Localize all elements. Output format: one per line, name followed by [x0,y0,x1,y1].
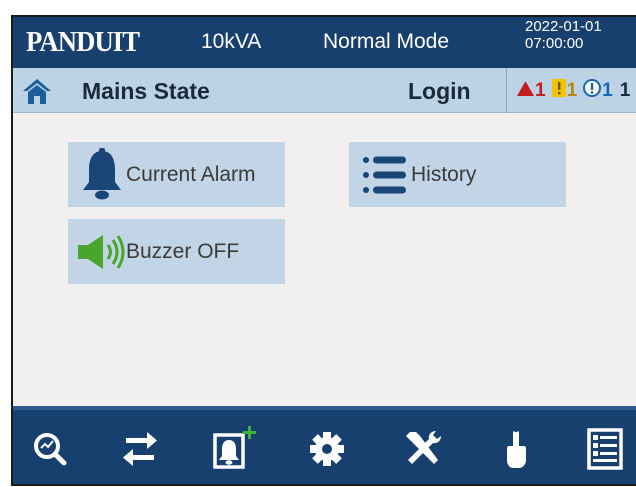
brand-logo: PANDUIT [26,26,140,58]
hmi-screen: PANDUIT 10kVA Normal Mode 2022-01-01 07:… [11,15,636,486]
major-alarm-count: 1 [566,80,578,101]
operating-mode: Normal Mode [323,30,450,53]
time-text: 07:00:00 [525,35,584,52]
gear-icon[interactable] [304,426,350,472]
major-alarm-icon [551,79,566,103]
page-title: Mains State [82,78,210,104]
alarm-counters[interactable]: 1 1 1 1 [517,79,636,103]
speaker-icon [77,233,127,277]
minor-alarm-count: 1 [602,80,613,101]
current-alarm-label: Current Alarm [126,162,256,186]
log-document-icon[interactable] [582,426,628,472]
bell-icon [80,148,124,208]
tools-icon[interactable] [400,426,446,472]
login-button[interactable]: Login [408,77,471,105]
divider [506,68,507,113]
capacity-label: 10kVA [201,30,262,53]
current-alarm-button[interactable]: Current Alarm [68,142,285,207]
date-text: 2022-01-01 [525,18,602,35]
state-bar: Mains State Login 1 1 1 1 [13,68,636,113]
extra-alarm-count: 1 [619,80,631,101]
swap-arrows-icon[interactable] [117,426,163,472]
buzzer-off-button[interactable]: Buzzer OFF [68,219,285,284]
datetime: 2022-01-01 07:00:00 [525,18,602,52]
alarm-add-icon[interactable] [210,426,256,472]
critical-alarm-count: 1 [535,80,546,101]
touch-hand-icon[interactable] [493,426,539,472]
critical-alarm-icon [517,80,534,102]
minor-alarm-icon [583,79,602,103]
top-header: PANDUIT 10kVA Normal Mode 2022-01-01 07:… [13,17,636,68]
bottom-toolbar [13,406,636,484]
search-icon[interactable] [27,426,73,472]
home-icon[interactable] [21,76,53,106]
history-label: History [411,162,477,186]
list-icon [362,154,408,202]
buzzer-off-label: Buzzer OFF [126,239,240,263]
history-button[interactable]: History [349,142,566,207]
